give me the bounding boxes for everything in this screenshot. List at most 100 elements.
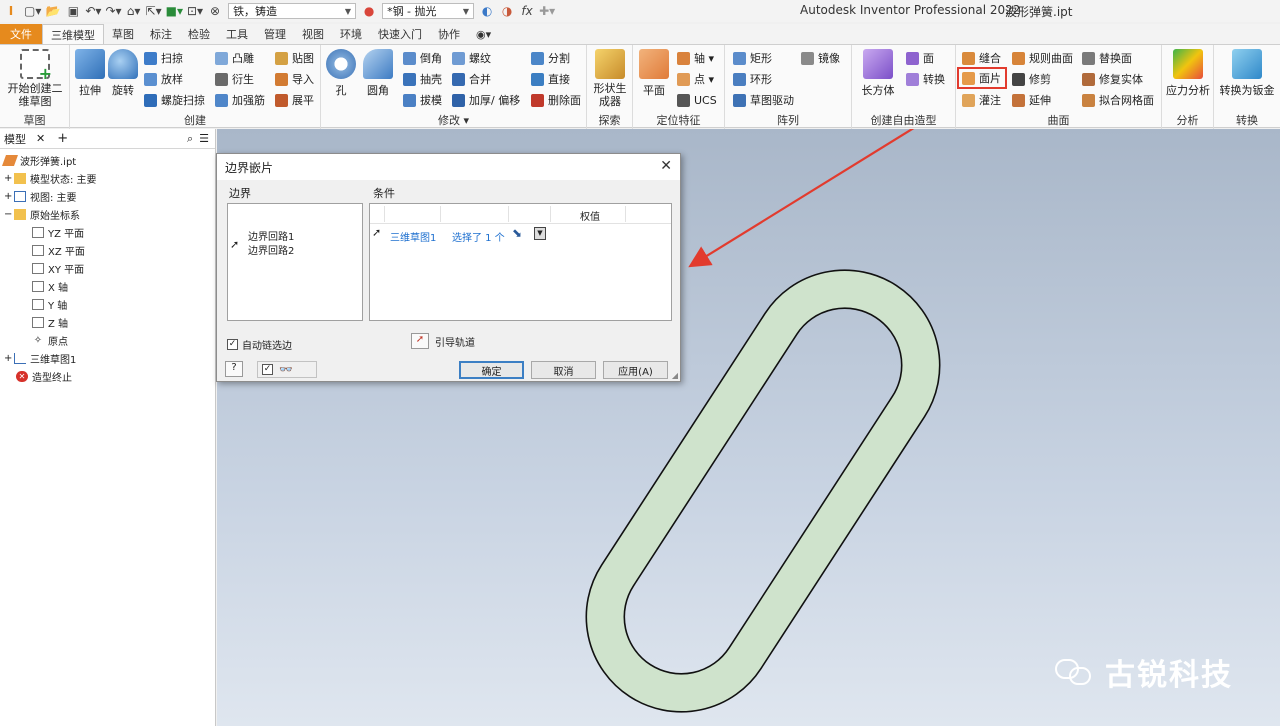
ruled-surface-button[interactable]: 规则曲面 — [1012, 49, 1073, 67]
extend-button[interactable]: 延伸 — [1012, 91, 1051, 109]
tab-tools[interactable]: 工具 — [218, 24, 256, 44]
condition-sketch-link[interactable]: 三维草图1 — [390, 229, 436, 244]
plus-icon[interactable]: ✚▾ — [539, 2, 555, 20]
rib-button[interactable]: 加强筋 — [215, 91, 265, 109]
tree-item-yz-plane[interactable]: YZ 平面 — [32, 223, 84, 241]
boundary-loop-1[interactable]: 边界回路1 — [248, 228, 294, 243]
home-icon[interactable]: ⌂▾ — [126, 2, 142, 20]
revolve-button[interactable]: 旋转 — [106, 49, 140, 98]
collapse-icon[interactable]: − — [4, 209, 14, 220]
material-combo[interactable]: 铁，铸造 ▼ — [228, 3, 357, 19]
measure-icon[interactable]: ⊡▾ — [187, 2, 203, 20]
draft-button[interactable]: 拔模 — [403, 91, 442, 109]
derive-button[interactable]: 衍生 — [215, 70, 254, 88]
mirror-button[interactable]: 镜像 — [801, 49, 840, 67]
tree-item-model-state[interactable]: + 模型状态: 主要 — [4, 169, 97, 187]
tab-view[interactable]: 视图 — [294, 24, 332, 44]
tab-annotate[interactable]: 标注 — [142, 24, 180, 44]
trim-button[interactable]: 修剪 — [1012, 70, 1051, 88]
help-icon[interactable]: ? — [225, 361, 243, 377]
freeform-convert-button[interactable]: 转换 — [906, 70, 945, 88]
ok-button[interactable]: 确定 — [459, 361, 524, 379]
tab-environments[interactable]: 环境 — [332, 24, 370, 44]
boundary-list[interactable]: ➚ 边界回路1 边界回路2 — [227, 203, 363, 321]
combine-button[interactable]: 合并 — [452, 70, 491, 88]
patch-button[interactable]: 面片 — [957, 67, 1007, 89]
add-tab-icon[interactable]: + — [57, 131, 68, 146]
tree-item-origin-point[interactable]: ✧ 原点 — [32, 331, 68, 349]
fit-mesh-face-button[interactable]: 拟合网格面 — [1082, 91, 1154, 109]
plane-button[interactable]: 平面 — [637, 49, 671, 98]
freeform-face-button[interactable]: 面 — [906, 49, 934, 67]
tree-item-xy-plane[interactable]: XY 平面 — [32, 259, 84, 277]
sweep-button[interactable]: 扫掠 — [144, 49, 183, 67]
unwrap-button[interactable]: 展平 — [275, 91, 314, 109]
search-icon[interactable]: ⌕ — [187, 132, 193, 146]
open-icon[interactable]: 📂 — [45, 2, 61, 20]
appearance-clear-icon[interactable]: ⊗ — [207, 2, 223, 20]
redo-icon[interactable]: ↷▾ — [105, 2, 121, 20]
extrude-button[interactable]: 拉伸 — [74, 49, 106, 98]
auto-chain-checkbox[interactable]: ✓ 自动链选边 — [227, 337, 292, 352]
tree-item-x-axis[interactable]: X 轴 — [32, 277, 68, 295]
convert-to-sheetmetal-button[interactable]: 转换为钣金 — [1216, 49, 1278, 98]
loft-button[interactable]: 放样 — [144, 70, 183, 88]
sketch-driven-pattern-button[interactable]: 草图驱动 — [733, 91, 794, 109]
cancel-button[interactable]: 取消 — [531, 361, 596, 379]
expand-icon[interactable]: + — [4, 191, 14, 202]
close-icon[interactable]: ✕ — [36, 132, 45, 145]
thread-button[interactable]: 螺纹 — [452, 49, 491, 67]
ucs-button[interactable]: UCS — [677, 91, 717, 109]
tree-item-3d-sketch[interactable]: + 三维草图1 — [4, 349, 76, 367]
adjust-appearance-icon[interactable]: ◐ — [479, 2, 495, 20]
condition-dropdown[interactable]: ▼ — [534, 227, 546, 240]
tab-inspect[interactable]: 检验 — [180, 24, 218, 44]
emboss-button[interactable]: 凸雕 — [215, 49, 254, 67]
tree-item-y-axis[interactable]: Y 轴 — [32, 295, 67, 313]
tab-manage[interactable]: 管理 — [256, 24, 294, 44]
tab-collaborate[interactable]: 协作 — [430, 24, 468, 44]
resize-grip-icon[interactable]: ◢ — [672, 371, 678, 380]
sculpt-button[interactable]: 灌注 — [962, 91, 1001, 109]
stitch-button[interactable]: 缝合 — [962, 49, 1001, 67]
update-icon[interactable]: ■▾ — [166, 2, 183, 20]
tree-item-origin[interactable]: − 原始坐标系 — [4, 205, 80, 223]
select-arrow-icon[interactable]: ➚ — [411, 333, 429, 349]
stress-analysis-button[interactable]: 应力分析 — [1164, 49, 1212, 98]
freeform-box-button[interactable]: 长方体 — [858, 49, 898, 98]
guide-rails-selector[interactable]: ➚ 引导轨道 — [411, 333, 475, 349]
condition-selected-count[interactable]: 选择了 1 个 — [452, 229, 505, 244]
thicken-offset-button[interactable]: 加厚/ 偏移 — [452, 91, 520, 109]
decal-button[interactable]: 贴图 — [275, 49, 314, 67]
chamfer-button[interactable]: 倒角 — [403, 49, 442, 67]
appearance-combo[interactable]: *钢 - 抛光 ▼ — [382, 3, 475, 19]
tree-item-xz-plane[interactable]: XZ 平面 — [32, 241, 85, 259]
fillet-button[interactable]: 圆角 — [361, 49, 395, 98]
tree-item-end-of-part[interactable]: ✕ 造型终止 — [16, 367, 72, 385]
menu-icon[interactable]: ☰ — [199, 132, 209, 145]
rectangular-pattern-button[interactable]: 矩形 — [733, 49, 772, 67]
shell-button[interactable]: 抽壳 — [403, 70, 442, 88]
clear-appearance-icon[interactable]: ◑ — [499, 2, 515, 20]
shape-generator-button[interactable]: 形状生成器 — [591, 49, 629, 108]
tab-sketch[interactable]: 草图 — [104, 24, 142, 44]
tree-item-z-axis[interactable]: Z 轴 — [32, 313, 68, 331]
parameters-icon[interactable]: fx — [519, 2, 535, 20]
delete-face-button[interactable]: 删除面 — [531, 91, 581, 109]
replace-face-button[interactable]: 替换面 — [1082, 49, 1132, 67]
tab-3d-model[interactable]: 三维模型 — [42, 24, 104, 44]
split-button[interactable]: 分割 — [531, 49, 570, 67]
apply-button[interactable]: 应用(A) — [603, 361, 668, 379]
repair-bodies-button[interactable]: 修复实体 — [1082, 70, 1143, 88]
tree-item-part[interactable]: 波形弹簧.ipt — [1, 151, 76, 169]
circular-pattern-button[interactable]: 环形 — [733, 70, 772, 88]
expand-icon[interactable]: + — [4, 353, 14, 364]
start-2d-sketch-button[interactable]: + 开始创建二维草图 — [6, 49, 64, 108]
tab-file[interactable]: 文件 — [0, 24, 42, 44]
browser-tab-model[interactable]: 模型 — [4, 131, 26, 147]
tab-get-started[interactable]: 快速入门 — [370, 24, 430, 44]
close-icon[interactable]: ✕ — [660, 158, 672, 174]
import-button[interactable]: 导入 — [275, 70, 314, 88]
select-icon[interactable]: ⇱▾ — [146, 2, 162, 20]
preview-toggle[interactable]: ✓ 👓 — [257, 361, 317, 378]
